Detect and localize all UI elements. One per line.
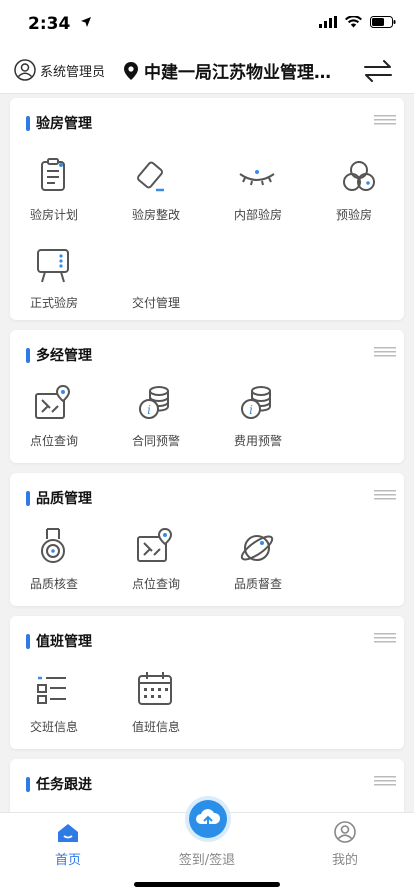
user-icon — [14, 59, 36, 81]
menu-item-label: 内部验房 — [234, 208, 283, 222]
checkin-button[interactable] — [189, 800, 227, 838]
section-diversified: 多经管理 点位查询 i 合同预警 i 费用预警 — [10, 330, 404, 463]
tab-label: 签到/签退 — [178, 853, 236, 868]
menu-item-label: 正式验房 — [30, 296, 79, 310]
tab-home[interactable]: 首页 — [8, 813, 128, 873]
menu-item-label: 品质督查 — [234, 577, 283, 591]
eraser-icon — [137, 161, 164, 192]
menu-item-delivery-management[interactable]: 交付管理 — [122, 244, 212, 324]
section-quality: 品质管理 品质核查 点位查询 品质督查 — [10, 473, 404, 606]
section-title: 验房管理 — [36, 116, 92, 132]
switch-icon[interactable] — [364, 59, 392, 83]
tab-label: 首页 — [54, 853, 81, 868]
section-title: 值班管理 — [36, 634, 92, 650]
home-indicator — [134, 882, 280, 887]
menu-item-internal-inspection[interactable]: 内部验房 — [224, 156, 314, 236]
location-pin-icon — [124, 61, 138, 80]
section-duty: 值班管理 交班信息 值班信息 — [10, 616, 404, 749]
planet-icon — [240, 535, 274, 561]
menu-item-label: 品质核查 — [30, 577, 79, 591]
clipboard-icon — [41, 158, 65, 191]
status-icons — [319, 16, 396, 28]
menu-item-quality-supervision[interactable]: 品质督查 — [224, 525, 314, 605]
menu-item-pre-inspection[interactable]: 预验房 — [326, 156, 414, 236]
home-icon — [58, 824, 78, 842]
menu-item-label: 点位查询 — [30, 434, 79, 448]
svg-text:i: i — [147, 403, 151, 417]
menu-item-inspection-rectify[interactable]: 验房整改 — [122, 156, 212, 236]
main-content[interactable]: 验房管理 验房计划 验房整改 内部验房 预验房 正式验房 交付管理 多经管理 点… — [0, 94, 414, 812]
cloud-upload-icon — [196, 809, 221, 827]
menu-item-handover-info[interactable]: 交班信息 — [20, 668, 110, 748]
wifi-icon — [345, 16, 362, 28]
circles-icon — [343, 161, 375, 191]
signal-icon — [319, 16, 337, 28]
coins-info-icon: i — [241, 386, 271, 419]
drag-handle-icon[interactable] — [374, 775, 396, 787]
coins-info-icon: i — [139, 386, 169, 419]
menu-item-label: 预验房 — [336, 208, 373, 222]
menu-item-label: 费用预警 — [234, 434, 283, 448]
menu-item-label: 交班信息 — [30, 720, 79, 734]
easel-icon — [37, 249, 69, 283]
section-marker — [26, 116, 30, 131]
drag-handle-icon[interactable] — [374, 632, 396, 644]
menu-item-label: 值班信息 — [132, 720, 181, 734]
menu-item-label: 交付管理 — [132, 296, 181, 310]
menu-item-quality-check[interactable]: 品质核查 — [20, 525, 110, 605]
menu-item-label: 验房计划 — [30, 208, 79, 222]
header: 系统管理员 中建一局江苏物业管理有限公司 — [0, 48, 414, 94]
location-arrow-icon — [81, 17, 91, 27]
menu-item-point-query[interactable]: 点位查询 — [122, 525, 212, 605]
menu-item-point-query[interactable]: 点位查询 — [20, 382, 110, 462]
location-selector[interactable]: 中建一局江苏物业管理有限公司 — [124, 58, 336, 83]
section-title: 品质管理 — [36, 491, 92, 507]
battery-icon — [370, 16, 396, 28]
list-icon — [37, 676, 66, 704]
map-pin-icon — [137, 527, 173, 562]
eye-icon — [239, 170, 275, 186]
calendar-icon — [138, 672, 172, 705]
section-inspection: 验房管理 验房计划 验房整改 内部验房 预验房 正式验房 交付管理 — [10, 98, 404, 320]
menu-item-label: 验房整改 — [132, 208, 181, 222]
menu-item-duty-info[interactable]: 值班信息 — [122, 668, 212, 748]
section-marker — [26, 348, 30, 363]
menu-item-label: 点位查询 — [132, 577, 181, 591]
section-title: 任务跟进 — [36, 777, 92, 793]
tab-label: 我的 — [331, 853, 358, 868]
drag-handle-icon[interactable] — [374, 114, 396, 126]
menu-item-fee-warning[interactable]: i 费用预警 — [224, 382, 314, 462]
svg-text:i: i — [249, 403, 253, 417]
user-button[interactable]: 系统管理员 — [14, 59, 105, 81]
section-marker — [26, 777, 30, 792]
menu-item-formal-inspection[interactable]: 正式验房 — [20, 244, 110, 324]
medal-icon — [41, 528, 65, 563]
location-label: 中建一局江苏物业管理有限公司 — [144, 63, 336, 83]
section-marker — [26, 491, 30, 506]
tab-mine[interactable]: 我的 — [285, 813, 405, 873]
profile-icon — [334, 821, 356, 843]
drag-handle-icon[interactable] — [374, 489, 396, 501]
user-label: 系统管理员 — [40, 64, 106, 80]
drag-handle-icon[interactable] — [374, 346, 396, 358]
map-pin-icon — [35, 384, 71, 419]
section-title: 多经管理 — [36, 348, 92, 364]
section-marker — [26, 634, 30, 649]
menu-item-contract-warning[interactable]: i 合同预警 — [122, 382, 212, 462]
status-bar: 2:34 — [0, 0, 414, 48]
menu-item-label: 合同预警 — [132, 434, 181, 448]
status-time: 2:34 — [28, 14, 71, 34]
menu-item-inspection-plan[interactable]: 验房计划 — [20, 156, 110, 236]
